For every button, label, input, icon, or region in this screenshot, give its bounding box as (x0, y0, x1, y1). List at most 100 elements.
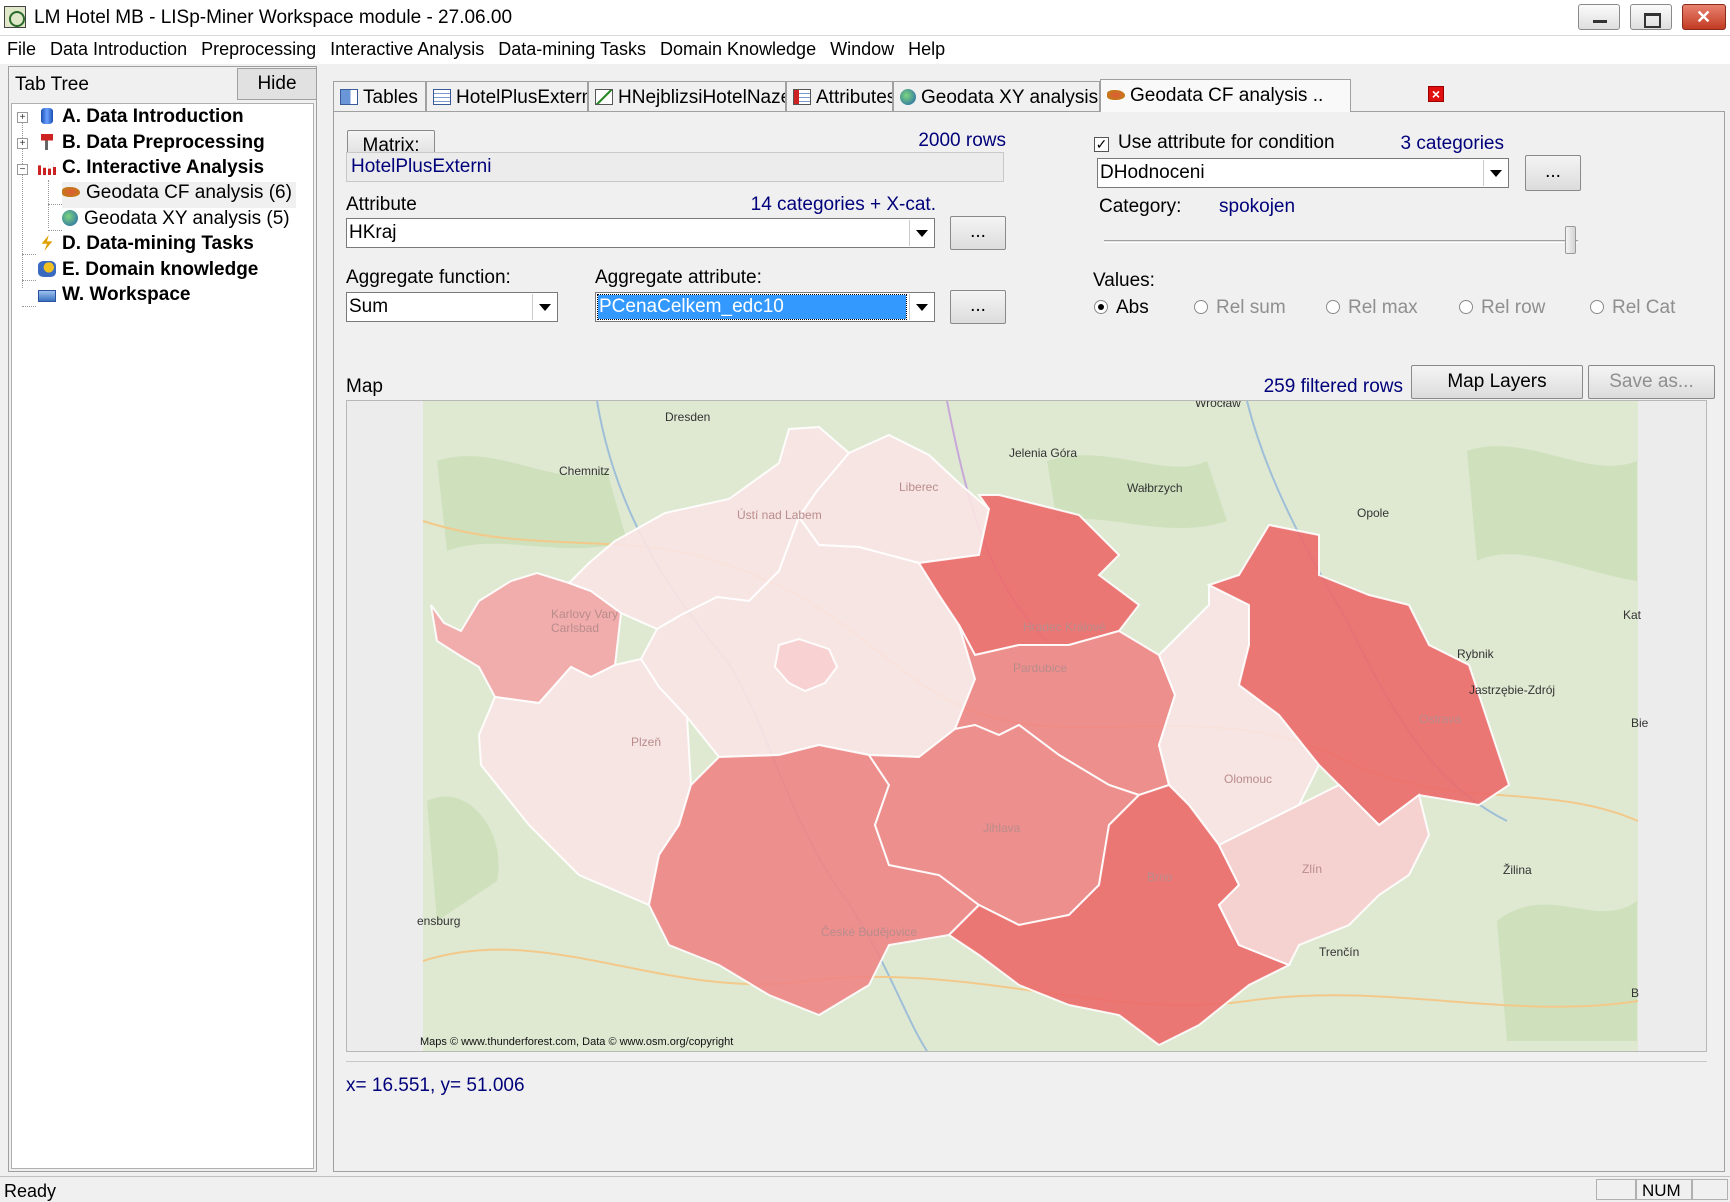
aggregate-function-select[interactable]: Sum (346, 292, 558, 322)
map-place-label: Zlín (1302, 862, 1322, 876)
map-canvas[interactable]: Dresden Wrocław Chemnitz Jelenia Góra Libere… (347, 401, 1706, 1051)
status-bar: Ready NUM (0, 1176, 1730, 1201)
tree-item-data-preprocessing[interactable]: B. Data Preprocessing (38, 132, 265, 158)
tree-item-interactive-analysis[interactable]: C. Interactive Analysis (38, 157, 264, 183)
map-place-label: Brno (1147, 870, 1173, 884)
tab-attributes[interactable]: Attributes (786, 81, 893, 111)
knowledge-icon (38, 261, 56, 277)
globe-icon (62, 210, 78, 226)
chevron-down-icon[interactable] (909, 220, 933, 246)
tab-geodata-cf[interactable]: Geodata CF analysis .. (1100, 79, 1351, 112)
tab-tree-panel: Tab Tree Hide + A. Data Introduction + B… (8, 66, 317, 1172)
table-icon (433, 89, 451, 105)
map-view[interactable]: Dresden Wrocław Chemnitz Jelenia Góra Libere… (346, 400, 1707, 1052)
bar-chart-icon (38, 160, 56, 175)
map-place-label: Pardubice (1013, 661, 1067, 675)
condition-browse-button[interactable]: ... (1525, 155, 1581, 191)
map-place-label: Kat (1623, 608, 1642, 622)
attribute-label: Attribute (346, 194, 417, 215)
menu-data-mining-tasks[interactable]: Data-mining Tasks (498, 36, 653, 64)
map-place-label: Rybnik (1457, 647, 1495, 661)
map-place-label: Liberec (899, 480, 938, 494)
category-slider-track[interactable] (1104, 240, 1578, 243)
radio-abs[interactable]: Abs (1094, 297, 1149, 319)
tables-icon (340, 89, 358, 105)
map-place-label: Karlovy Vary (551, 607, 618, 621)
close-tab-icon[interactable]: × (1428, 86, 1444, 102)
radio-rel-max[interactable]: Rel max (1326, 297, 1418, 319)
map-layers-button[interactable]: Map Layers (1411, 365, 1583, 399)
menu-data-introduction[interactable]: Data Introduction (50, 36, 194, 64)
aggregate-attribute-browse-button[interactable]: ... (950, 290, 1006, 324)
values-label: Values: (1093, 270, 1155, 291)
map-place-label: ensburg (417, 914, 460, 928)
map-place-label: Žilina (1503, 862, 1532, 877)
map-place-label: Wałbrzych (1127, 481, 1183, 495)
map-icon (1107, 90, 1125, 100)
coordinate-readout: x= 16.551, y= 51.006 (346, 1075, 525, 1096)
tree-item-domain-knowledge[interactable]: E. Domain knowledge (38, 259, 258, 285)
condition-attribute-select[interactable]: DHodnoceni (1097, 158, 1509, 188)
workspace-icon (38, 290, 56, 302)
tree-item-workspace[interactable]: W. Workspace (38, 284, 190, 310)
radio-rel-cat[interactable]: Rel Cat (1590, 297, 1675, 319)
menu-domain-knowledge[interactable]: Domain Knowledge (660, 36, 823, 64)
map-place-label: Dresden (665, 410, 710, 424)
expand-icon[interactable]: + (17, 138, 28, 149)
tree-item-data-mining-tasks[interactable]: D. Data-mining Tasks (38, 233, 254, 259)
status-cell (1692, 1179, 1728, 1200)
close-window-button[interactable] (1682, 4, 1726, 30)
maximize-button[interactable] (1630, 4, 1672, 30)
filtered-rows-count: 259 filtered rows (1263, 376, 1403, 397)
tab-hnejblizsihotelnazev[interactable]: HNejblizsiHotelNazev (588, 81, 786, 111)
tab-hotelplusexterni[interactable]: HotelPlusExterni (426, 81, 588, 111)
map-label: Map (346, 376, 383, 397)
save-as-button[interactable]: Save as... (1588, 365, 1715, 399)
aggregate-function-label: Aggregate function: (346, 267, 511, 288)
expand-icon[interactable]: + (17, 112, 28, 123)
hammer-icon (41, 134, 53, 150)
menu-file[interactable]: File (7, 36, 43, 64)
map-icon (62, 187, 80, 197)
menu-preprocessing[interactable]: Preprocessing (201, 36, 323, 64)
status-cell (1596, 1179, 1636, 1200)
radio-rel-sum[interactable]: Rel sum (1194, 297, 1286, 319)
status-text: Ready (4, 1181, 57, 1201)
category-slider-handle[interactable] (1565, 226, 1576, 254)
map-place-label: Olomouc (1224, 772, 1272, 786)
minimize-button[interactable] (1578, 4, 1620, 30)
hide-button[interactable]: Hide (237, 68, 317, 100)
globe-icon (900, 89, 916, 105)
attribute-select[interactable]: HKraj (346, 218, 935, 248)
collapse-icon[interactable]: − (17, 164, 28, 175)
menu-interactive-analysis[interactable]: Interactive Analysis (330, 36, 491, 64)
title-bar: LM Hotel MB - LISp-Miner Workspace modul… (0, 0, 1730, 36)
use-condition-checkbox[interactable]: ✓ Use attribute for condition (1094, 132, 1335, 154)
menu-window[interactable]: Window (830, 36, 901, 64)
menu-help[interactable]: Help (908, 36, 952, 64)
tab-geodata-xy[interactable]: Geodata XY analysis .. (893, 81, 1100, 111)
map-place-label: Plzeň (631, 735, 661, 749)
map-place-label: Hradec Králové (1023, 620, 1106, 634)
tab-tables[interactable]: Tables (333, 81, 426, 111)
aggregate-attribute-select[interactable]: PCenaCelkem_edc10 (595, 292, 935, 322)
tree-item-geodata-cf[interactable]: Geodata CF analysis (6) (62, 182, 296, 208)
app-icon (4, 6, 26, 28)
chart-icon (595, 89, 613, 105)
chevron-down-icon[interactable] (1483, 160, 1507, 186)
attribute-browse-button[interactable]: ... (950, 216, 1006, 250)
attribute-categories: 14 categories + X-cat. (750, 194, 936, 215)
chevron-down-icon[interactable] (532, 294, 556, 320)
chevron-down-icon[interactable] (909, 294, 933, 320)
map-attribution: Maps © www.thunderforest.com, Data © www… (420, 1036, 733, 1048)
map-place-label: Jelenia Góra (1009, 446, 1077, 460)
tree-item-data-introduction[interactable]: A. Data Introduction (38, 106, 244, 132)
workspace-pane: Tables HotelPlusExterni HNejblizsiHotelN… (333, 66, 1725, 1172)
tree-item-geodata-xy[interactable]: Geodata XY analysis (5) (62, 208, 290, 234)
map-place-label: Ústí nad Labem (737, 507, 822, 522)
tab-tree-title: Tab Tree (15, 74, 89, 95)
num-lock-indicator: NUM (1636, 1179, 1692, 1200)
map-place-label: Trenčín (1319, 945, 1359, 959)
checkmark-icon: ✓ (1094, 136, 1109, 152)
radio-rel-row[interactable]: Rel row (1459, 297, 1545, 319)
